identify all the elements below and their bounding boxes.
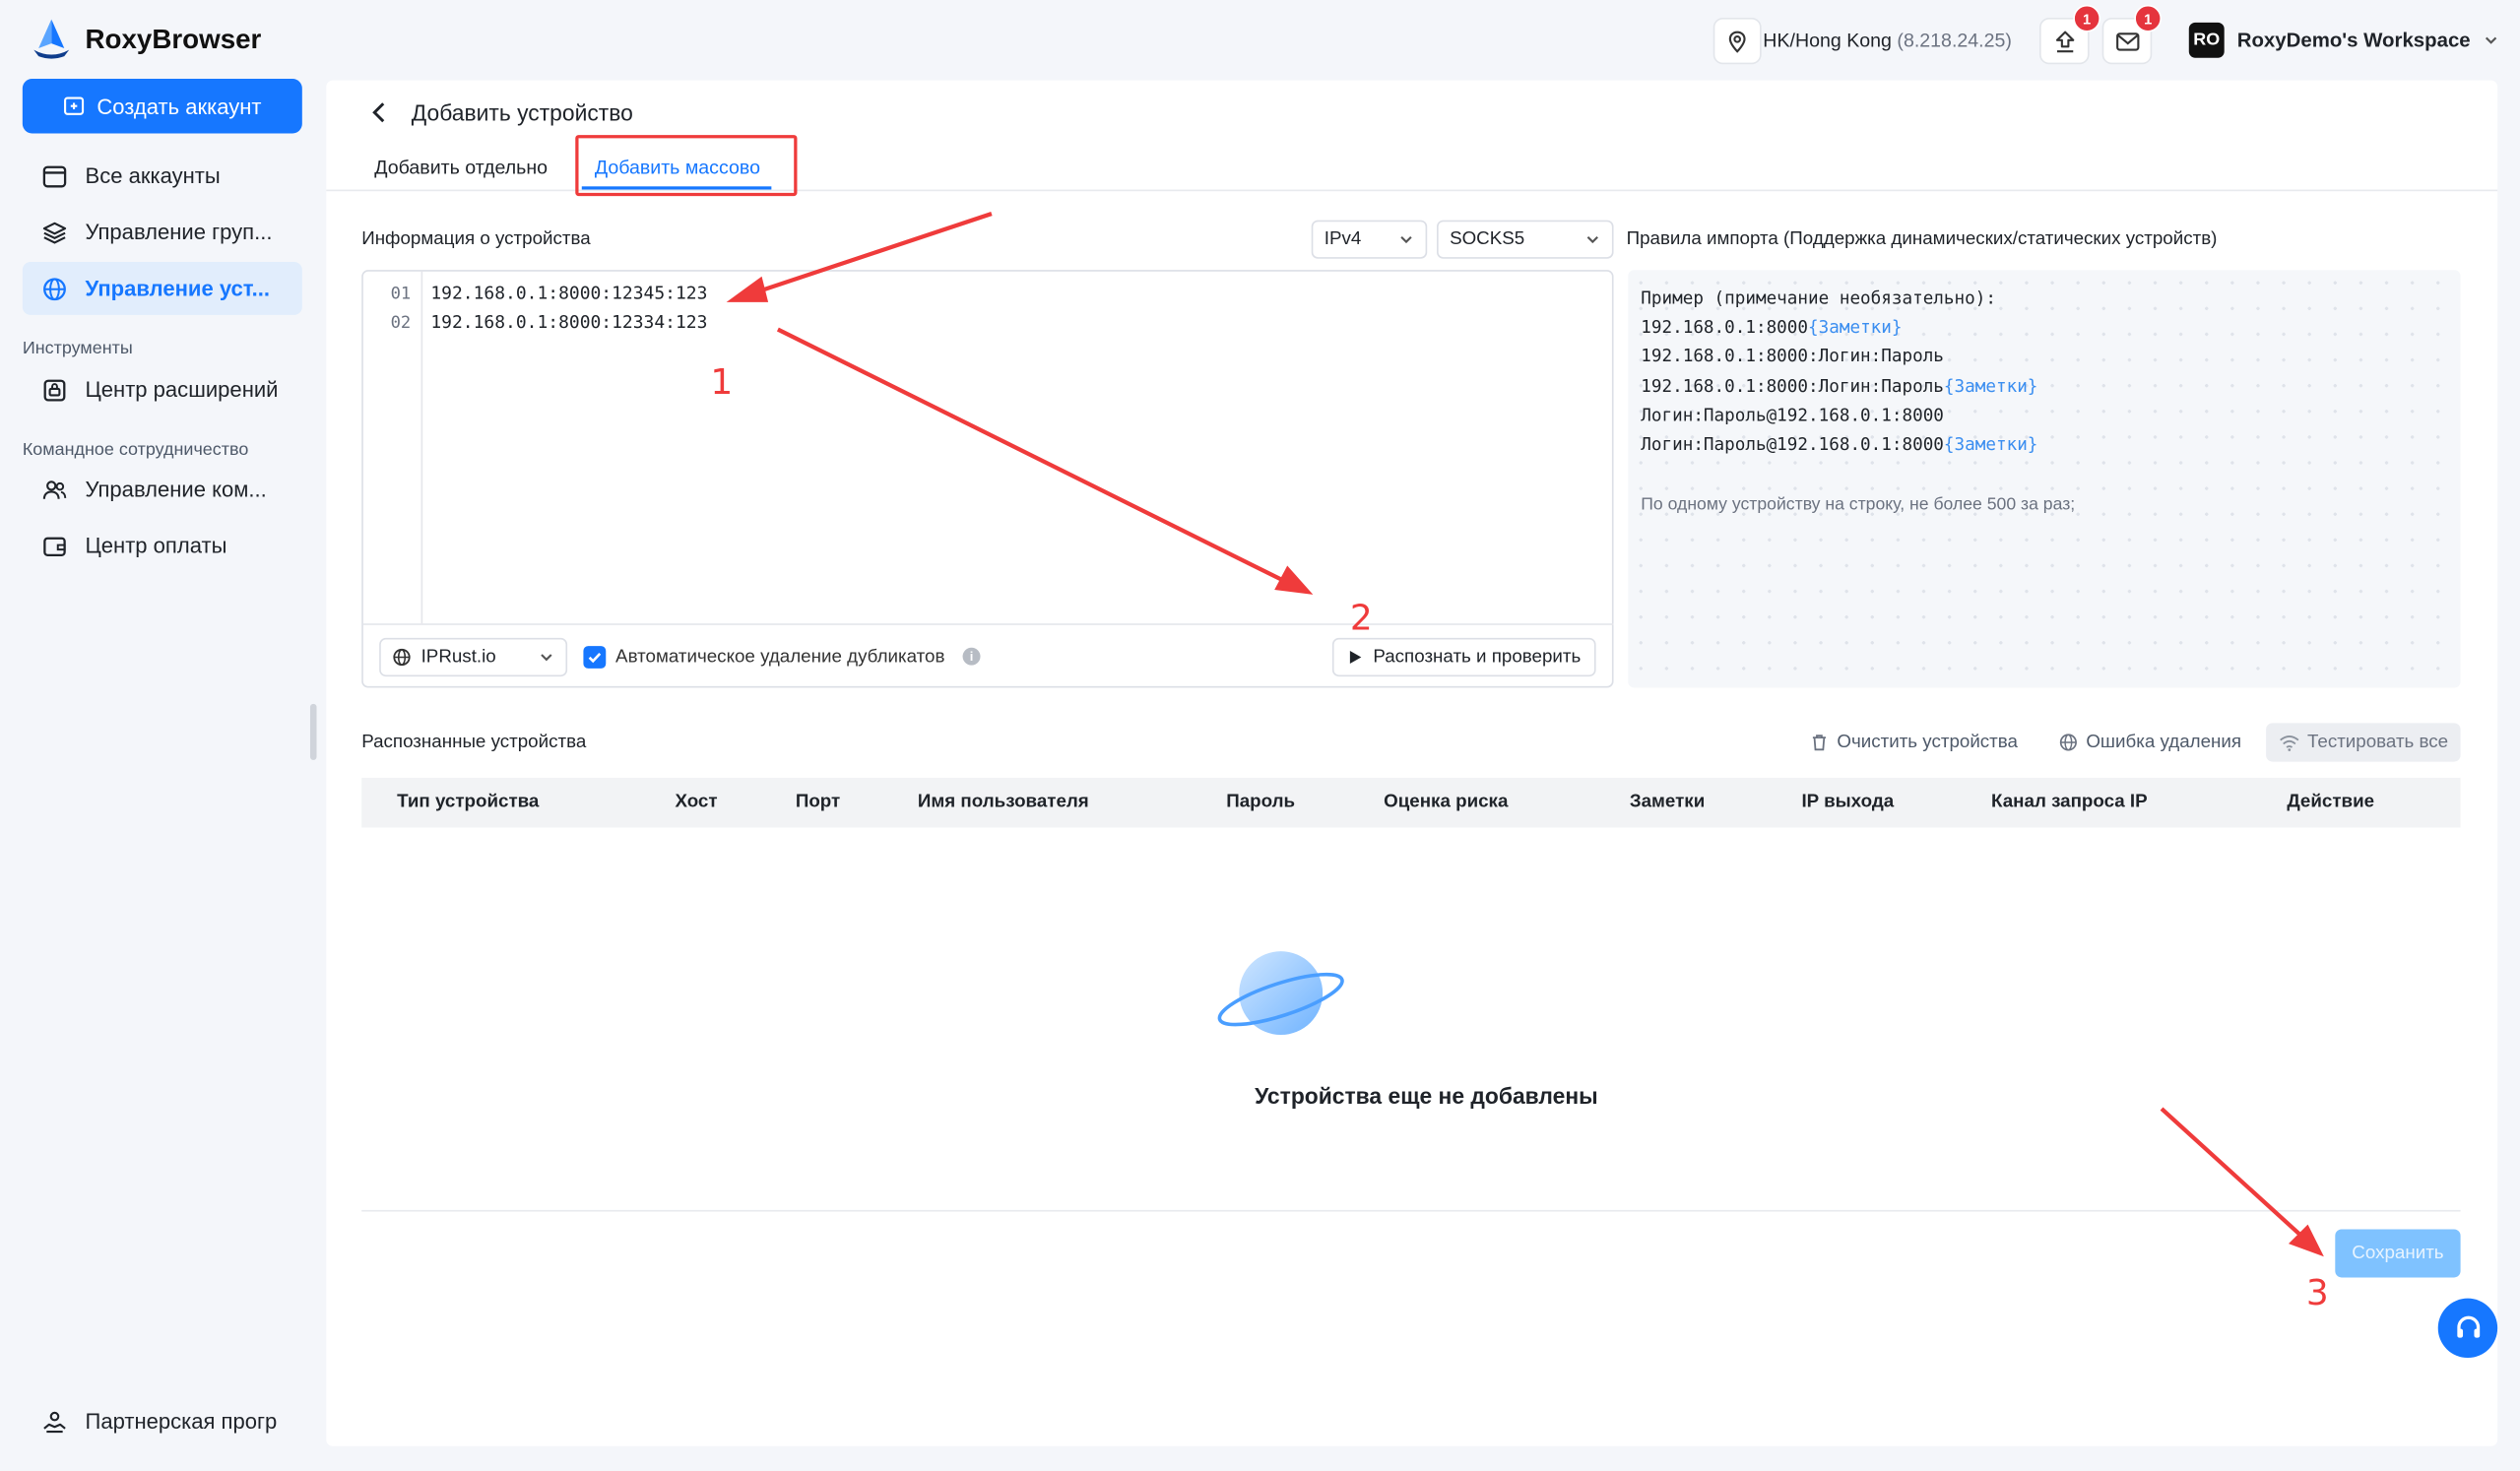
- annotation-step-3: 3: [2305, 1274, 2329, 1314]
- annotation-arrows: [726, 212, 2324, 1257]
- arrow-1: [726, 212, 993, 302]
- annotation-step-2: 2: [1349, 599, 1373, 640]
- arrow-3: [2160, 1107, 2324, 1257]
- annotation-step-1: 1: [710, 362, 734, 404]
- arrow-2: [776, 327, 1314, 595]
